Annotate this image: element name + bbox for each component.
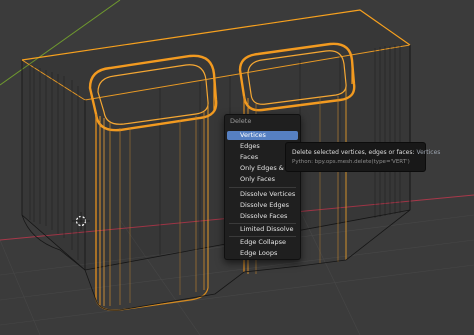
menu-item-vertices[interactable]: Vertices	[227, 131, 298, 140]
menu-item-edge-collapse[interactable]: Edge Collapse	[227, 238, 298, 247]
menu-item-dissolve-vertices[interactable]: Dissolve Vertices	[227, 190, 298, 199]
menu-item-edge-loops[interactable]: Edge Loops	[227, 249, 298, 258]
delete-menu: Delete Vertices Edges Faces Only Edges &…	[224, 114, 304, 260]
tooltip-description-text: Delete selected vertices, edges or faces…	[292, 149, 415, 156]
tooltip-python: Python: bpy.ops.mesh.delete(type='VERT')	[292, 159, 410, 165]
tooltip: Delete selected vertices, edges or faces…	[285, 142, 440, 172]
menu-title: Delete	[230, 117, 252, 125]
menu-separator	[229, 223, 296, 224]
menu-item-dissolve-faces[interactable]: Dissolve Faces	[227, 212, 298, 221]
menu-item-only-faces[interactable]: Only Faces	[227, 175, 298, 184]
tooltip-description: Delete selected vertices, edges or faces…	[292, 149, 440, 156]
menu-item-limited-dissolve[interactable]: Limited Dissolve	[227, 225, 298, 234]
3d-viewport[interactable]: Delete Vertices Edges Faces Only Edges &…	[0, 0, 474, 335]
tooltip-keyword: Vertices	[416, 149, 441, 156]
menu-item-dissolve-edges[interactable]: Dissolve Edges	[227, 201, 298, 210]
menu-separator	[229, 236, 296, 237]
menu-separator	[229, 187, 296, 188]
